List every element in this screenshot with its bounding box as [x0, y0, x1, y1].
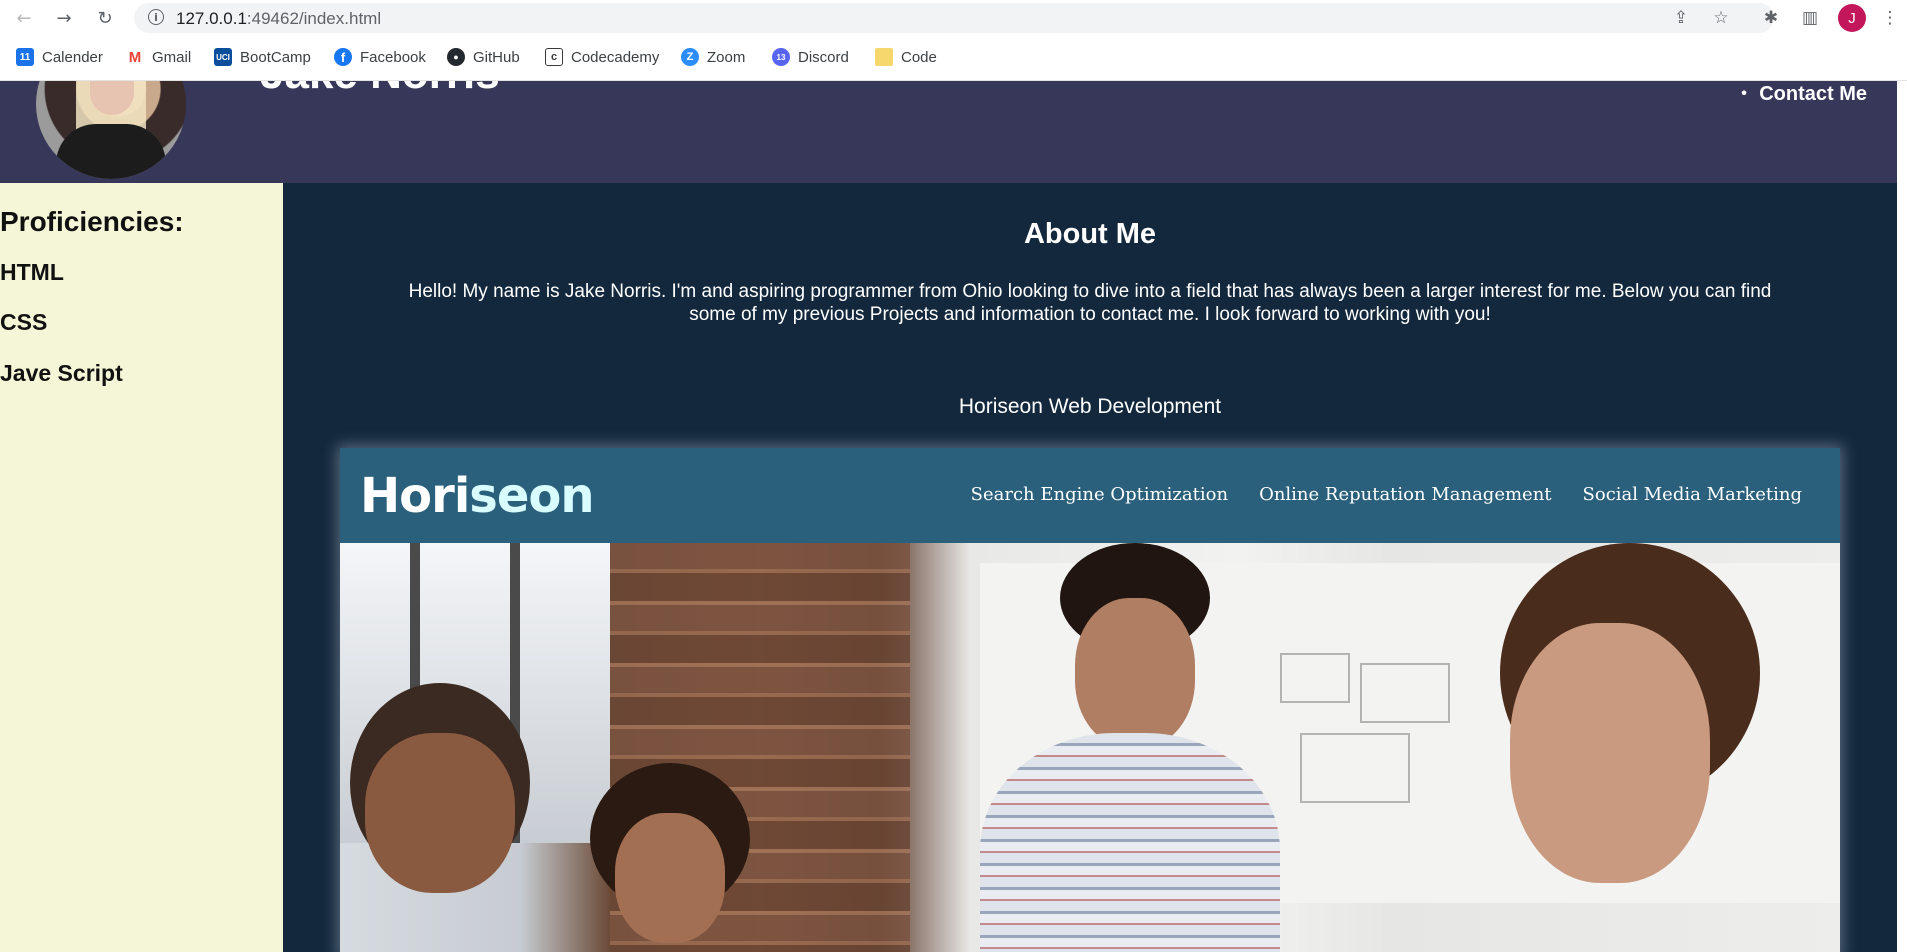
bookmark-discord[interactable]: 13 Discord [772, 46, 849, 68]
bookmark-label: Facebook [360, 48, 426, 66]
url-path: :49462/index.html [246, 9, 382, 28]
zoom-icon: Z [681, 48, 699, 66]
bookmark-label: Calender [42, 48, 103, 66]
bookmark-label: Codecademy [571, 48, 660, 66]
logo-main: Hori [360, 468, 470, 524]
bookmark-label: GitHub [473, 48, 520, 66]
bookmark-github[interactable]: ● GitHub [447, 46, 520, 68]
facebook-icon: f [334, 48, 352, 66]
menu-kebab-icon[interactable]: ⋮ [1878, 6, 1902, 30]
project-nav-social: Social Media Marketing [1582, 484, 1802, 505]
nav-contact-me[interactable]: Contact Me [1737, 81, 1867, 107]
site-header: Jake Norris Contact Me [0, 81, 1897, 183]
hero-photo [340, 543, 1840, 952]
folder-icon [875, 48, 893, 66]
bootcamp-icon: UCI [214, 48, 232, 66]
site-info-icon[interactable]: i [148, 9, 164, 25]
discord-icon: 13 [772, 48, 790, 66]
browser-toolbar: ← → ↻ i 127.0.0.1:49462/index.html ⇪ ☆ ✱… [0, 0, 1907, 36]
proficiencies-sidebar: Proficiencies: HTML CSS Jave Script [0, 183, 283, 952]
proficiencies-heading: Proficiencies: [0, 206, 184, 237]
bookmarks-bar: 11 Calender M Gmail UCI BootCamp f Faceb… [0, 42, 1907, 72]
header-nav: Contact Me [1737, 81, 1867, 107]
bookmark-calender[interactable]: 11 Calender [16, 46, 103, 68]
address-bar[interactable]: i 127.0.0.1:49462/index.html ⇪ ☆ [134, 3, 1774, 33]
bookmark-label: Code [901, 48, 937, 66]
browser-chrome: ← → ↻ i 127.0.0.1:49462/index.html ⇪ ☆ ✱… [0, 0, 1907, 81]
site-owner-name: Jake Norris [260, 81, 500, 99]
side-panel-icon[interactable]: ▥ [1798, 6, 1822, 30]
calendar-icon: 11 [16, 48, 34, 66]
bookmark-label: Discord [798, 48, 849, 66]
project-nav: Search Engine Optimization Online Reputa… [971, 484, 1802, 505]
reload-icon[interactable]: ↻ [93, 6, 117, 30]
logo-accent: seon [469, 468, 594, 524]
gmail-icon: M [126, 48, 144, 66]
bookmark-star-icon[interactable]: ☆ [1710, 7, 1732, 29]
project-title[interactable]: Horiseon Web Development [283, 395, 1897, 419]
project-nav-seo: Search Engine Optimization [970, 484, 1229, 505]
about-me-heading: About Me [1023, 218, 1157, 250]
skill-css: CSS [0, 309, 48, 335]
profile-avatar[interactable]: J [1838, 4, 1866, 32]
bookmark-facebook[interactable]: f Facebook [334, 46, 426, 68]
url-text[interactable]: 127.0.0.1:49462/index.html [176, 9, 381, 29]
page-viewport: Jake Norris Contact Me Proficiencies: HT… [0, 81, 1907, 952]
project-header: Horiseon Search Engine Optimization Onli… [340, 448, 1840, 543]
bookmark-label: Gmail [152, 48, 192, 66]
share-icon[interactable]: ⇪ [1670, 7, 1692, 29]
skill-javascript: Jave Script [0, 360, 123, 386]
forward-arrow-icon[interactable]: → [52, 6, 76, 30]
back-arrow-icon[interactable]: ← [12, 6, 36, 30]
extensions-puzzle-icon[interactable]: ✱ [1759, 6, 1783, 30]
horiseon-logo: Horiseon [360, 468, 595, 524]
project-screenshot-card[interactable]: Horiseon Search Engine Optimization Onli… [340, 448, 1840, 952]
url-host: 127.0.0.1 [176, 9, 247, 28]
skill-html: HTML [0, 259, 64, 285]
bookmark-zoom[interactable]: Z Zoom [681, 46, 745, 68]
github-icon: ● [447, 48, 465, 66]
bookmark-label: BootCamp [240, 48, 311, 66]
profile-photo [36, 81, 186, 179]
codecademy-icon: c [545, 48, 563, 66]
bookmark-bootcamp[interactable]: UCI BootCamp [214, 46, 311, 68]
about-me-text: Hello! My name is Jake Norris. I'm and a… [408, 281, 1772, 325]
bookmark-code[interactable]: Code [875, 46, 937, 68]
bookmark-codecademy[interactable]: c Codecademy [545, 46, 659, 68]
bookmark-gmail[interactable]: M Gmail [126, 46, 191, 68]
project-nav-reputation: Online Reputation Management [1259, 484, 1552, 505]
bookmark-label: Zoom [707, 48, 746, 66]
main-content: About Me Hello! My name is Jake Norris. … [283, 183, 1897, 952]
